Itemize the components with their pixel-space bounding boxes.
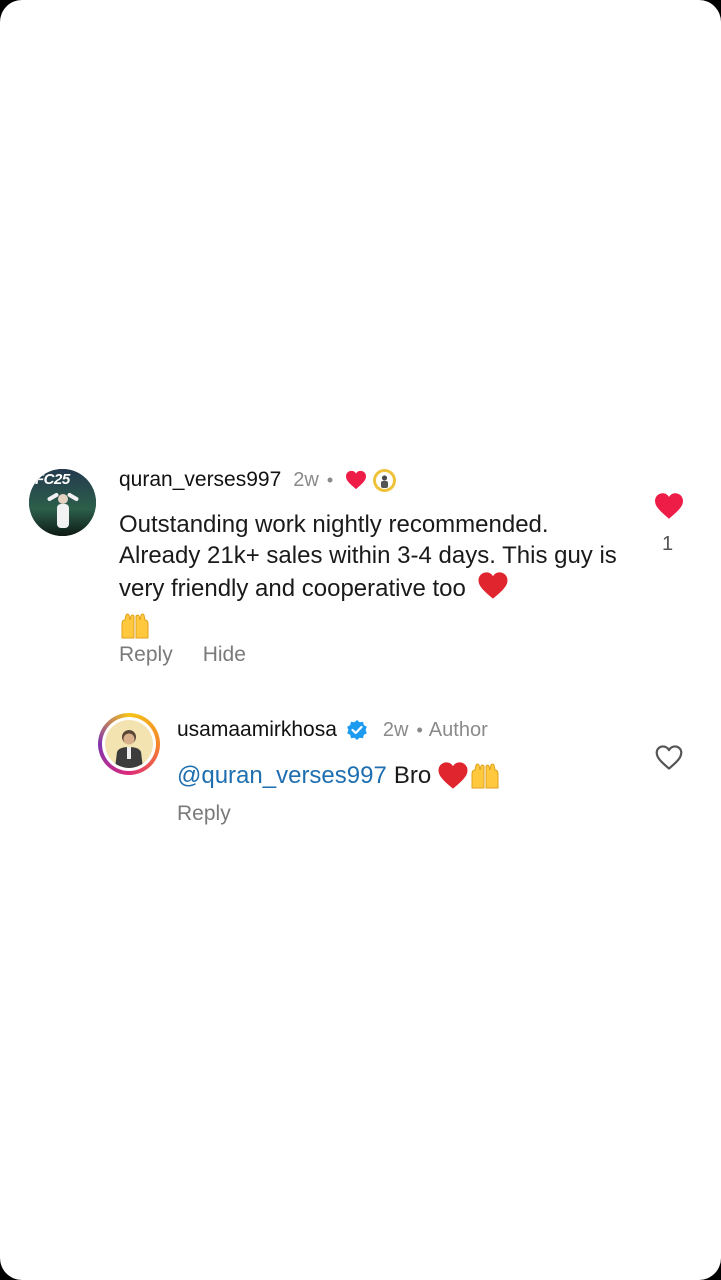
heart-outline-icon	[655, 745, 683, 770]
like-button[interactable]	[654, 744, 686, 774]
comments-screen: FC25 quran_verses997 2w • Outstanding wo…	[0, 0, 721, 1280]
author-badge: Author	[428, 718, 488, 741]
reply-item: usamaamirkhosa 2w • Author @quran_verses…	[0, 0, 721, 860]
reply-button[interactable]: Reply	[177, 802, 231, 825]
timestamp: 2w	[382, 718, 409, 741]
avatar[interactable]	[98, 713, 160, 775]
reply-header: usamaamirkhosa 2w • Author	[177, 716, 488, 744]
verified-badge-icon	[345, 718, 369, 742]
username[interactable]: usamaamirkhosa	[177, 718, 337, 742]
reply-text: @quran_verses997 Bro	[177, 760, 501, 791]
red-heart-emoji	[437, 761, 469, 790]
mention-link[interactable]: @quran_verses997	[177, 760, 387, 791]
avatar-image	[102, 717, 156, 771]
reply-actions: Reply	[177, 802, 231, 826]
raising-hands-emoji	[469, 762, 501, 790]
separator-dot: •	[416, 719, 423, 740]
